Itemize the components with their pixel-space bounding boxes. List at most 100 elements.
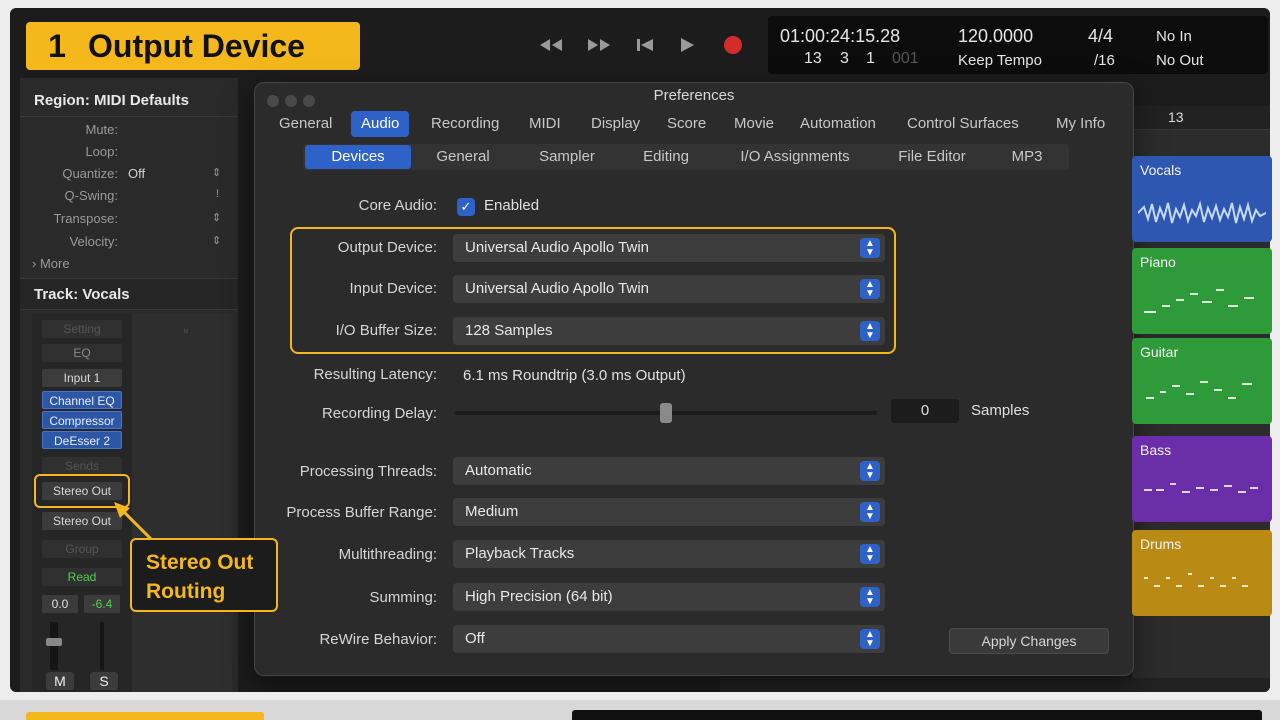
tab-score[interactable]: Score [657, 111, 716, 137]
forward-button[interactable] [584, 30, 614, 60]
input-device-popup[interactable]: Universal Audio Apollo Twin ▲ ▼ [453, 275, 885, 303]
tab-display[interactable]: Display [581, 111, 650, 137]
processing-threads-label: Processing Threads: [299, 463, 437, 480]
latency-label: Resulting Latency: [313, 366, 437, 383]
lcd-display[interactable]: 01:00:24:15.28 13 3 1 001 120.0000 Keep … [768, 16, 1268, 74]
region-name: Piano [1140, 254, 1176, 270]
lcd-time-signature: 4/4 [1088, 26, 1114, 46]
volume-readout[interactable]: 0.0 [42, 595, 78, 613]
setting-slot[interactable]: Setting [42, 320, 122, 338]
recording-delay-slider-knob[interactable] [660, 403, 672, 423]
popup-chevron-icon: ▲ ▼ [860, 461, 880, 481]
buffer-size-value: 128 Samples [465, 322, 553, 339]
tab-my-info[interactable]: My Info [1046, 111, 1115, 137]
core-audio-checkbox[interactable]: ✓ [457, 198, 475, 216]
eq-slot[interactable]: EQ [42, 344, 122, 362]
process-buffer-range-label: Process Buffer Range: [286, 504, 437, 521]
track-header[interactable]: Track: Vocals [34, 286, 130, 303]
param-label-velocity: Velocity: [69, 234, 118, 249]
subtab-file-editor[interactable]: File Editor [879, 145, 985, 169]
output-device-label: Output Device: [337, 239, 437, 256]
level-meter [50, 622, 58, 670]
more-disclosure[interactable]: › More [32, 256, 70, 271]
subtab-io-assignments[interactable]: I/O Assignments [715, 145, 875, 169]
plugin-slot-compressor[interactable]: Compressor [42, 411, 122, 429]
next-lcd-peek [572, 710, 1262, 720]
processing-threads-value: Automatic [465, 462, 532, 479]
mute-button[interactable]: M [46, 672, 74, 690]
rewire-value: Off [465, 630, 485, 647]
multithreading-popup[interactable]: Playback Tracks ▲ ▼ [453, 540, 885, 568]
processing-threads-popup[interactable]: Automatic ▲ ▼ [453, 457, 885, 485]
solo-button[interactable]: S [90, 672, 118, 690]
tab-control-surfaces[interactable]: Control Surfaces [897, 111, 1029, 137]
recording-delay-label: Recording Delay: [321, 405, 437, 422]
region-piano[interactable]: Piano [1132, 248, 1272, 334]
volume-fader[interactable] [46, 638, 62, 646]
tab-audio[interactable]: Audio [351, 111, 410, 137]
plugin-slot-deesser[interactable]: DeEsser 2 [42, 431, 122, 449]
region-name: Drums [1140, 536, 1182, 552]
sends-slot[interactable]: Sends [42, 457, 122, 475]
stereo-out-callout: Stereo Out Routing [130, 538, 278, 612]
skip-back-icon [637, 39, 653, 51]
recording-delay-unit: Samples [971, 402, 1030, 419]
plugin-slot-channel-eq[interactable]: Channel EQ [42, 391, 122, 409]
popup-chevron-icon: ▲ ▼ [860, 502, 880, 522]
play-button[interactable] [672, 30, 702, 60]
input-slot[interactable]: Input 1 [42, 369, 122, 387]
ruler-bar-number: 13 [1168, 109, 1184, 125]
window-title: Preferences [653, 87, 735, 104]
process-buffer-range-popup[interactable]: Medium ▲ ▼ [453, 498, 885, 526]
lcd-beat: 3 [840, 50, 849, 67]
buffer-size-popup[interactable]: 128 Samples ▲ ▼ [453, 317, 885, 345]
lcd-time: 01:00:24:15.28 [780, 26, 901, 46]
lcd-division-value: /16 [1094, 52, 1115, 69]
quantize-value[interactable]: Off [128, 166, 145, 181]
go-to-start-button[interactable] [630, 30, 660, 60]
next-step-badge-peek [26, 712, 264, 720]
tab-recording[interactable]: Recording [421, 111, 509, 137]
subtab-devices[interactable]: Devices [305, 145, 411, 169]
param-label-transpose: Transpose: [53, 211, 118, 226]
subtab-general[interactable]: General [415, 145, 511, 169]
region-drums[interactable]: Drums [1132, 530, 1272, 616]
input-device-value: Universal Audio Apollo Twin [465, 280, 649, 297]
tab-automation[interactable]: Automation [790, 111, 886, 137]
rewire-label: ReWire Behavior: [319, 631, 437, 648]
subtab-sampler[interactable]: Sampler [517, 145, 617, 169]
callout-line-2: Routing [146, 580, 226, 603]
param-label-qswing: Q-Swing: [64, 188, 118, 203]
tab-general[interactable]: General [269, 111, 342, 137]
subtab-mp3[interactable]: MP3 [989, 145, 1065, 169]
tab-midi[interactable]: MIDI [519, 111, 571, 137]
record-button[interactable] [718, 30, 748, 60]
automation-mode[interactable]: Read [42, 568, 122, 586]
output-device-value: Universal Audio Apollo Twin [465, 239, 649, 256]
subtab-editing[interactable]: Editing [621, 145, 711, 169]
tab-movie[interactable]: Movie [724, 111, 784, 137]
popup-chevron-icon: ▲ ▼ [860, 629, 880, 649]
latency-value: 6.1 ms Roundtrip (3.0 ms Output) [463, 367, 686, 384]
region-vocals[interactable]: Vocals [1132, 156, 1272, 242]
quantize-stepper-icon[interactable]: ⇕ [212, 166, 221, 179]
region-guitar[interactable]: Guitar [1132, 338, 1272, 424]
buffer-size-label: I/O Buffer Size: [335, 322, 437, 339]
step-title: Output Device [88, 27, 305, 64]
output-device-popup[interactable]: Universal Audio Apollo Twin ▲ ▼ [453, 234, 885, 262]
region-bass[interactable]: Bass [1132, 436, 1272, 522]
rewire-popup[interactable]: Off ▲ ▼ [453, 625, 885, 653]
multithreading-value: Playback Tracks [465, 545, 575, 562]
lower-toolbar [720, 678, 1270, 692]
core-audio-enabled-label[interactable]: Enabled [484, 197, 539, 214]
rewind-button[interactable] [536, 30, 566, 60]
recording-delay-input[interactable]: 0 [891, 399, 959, 423]
region-header[interactable]: Region: MIDI Defaults [34, 92, 189, 109]
step-number: 1 [48, 27, 66, 64]
apply-changes-button[interactable]: Apply Changes [949, 628, 1109, 654]
summing-popup[interactable]: High Precision (64 bit) ▲ ▼ [453, 583, 885, 611]
midi-notes-graphic [1144, 289, 1254, 313]
output-slot-highlighted[interactable]: Stereo Out [42, 482, 122, 500]
lcd-tempo: 120.0000 [958, 26, 1034, 46]
bar-ruler[interactable]: 13 [1132, 106, 1270, 130]
